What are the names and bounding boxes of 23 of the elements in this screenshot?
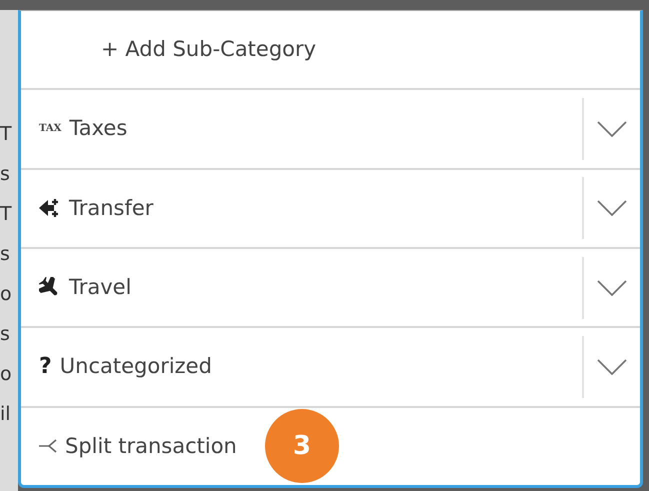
chevron-down-icon — [597, 280, 627, 296]
tax-icon: TAX — [39, 121, 62, 136]
category-label[interactable]: Transfer — [69, 192, 154, 224]
text-fragment: s — [0, 163, 10, 185]
category-label[interactable]: Uncategorized — [60, 351, 212, 383]
text-fragment: s — [0, 243, 10, 265]
split-transaction-link[interactable]: Split transaction — [65, 430, 237, 462]
category-label[interactable]: Travel — [69, 272, 132, 304]
category-label[interactable]: Taxes — [69, 113, 128, 145]
text-fragment: T — [0, 203, 12, 225]
text-fragment: o — [0, 363, 12, 385]
chevron-down-icon — [597, 200, 627, 216]
chevron-down-icon — [597, 358, 627, 375]
question-mark-icon: ? — [39, 350, 52, 384]
add-sub-category-link[interactable]: + Add Sub-Category — [21, 34, 316, 66]
text-fragment: o — [0, 283, 12, 305]
split-icon — [39, 439, 57, 454]
transfer-arrows-icon — [39, 198, 61, 218]
text-fragment: T — [0, 123, 12, 145]
text-fragment: s — [0, 323, 10, 345]
chevron-down-icon — [597, 120, 627, 137]
step-number-badge: 3 — [264, 409, 339, 484]
text-fragment: il — [0, 403, 11, 425]
